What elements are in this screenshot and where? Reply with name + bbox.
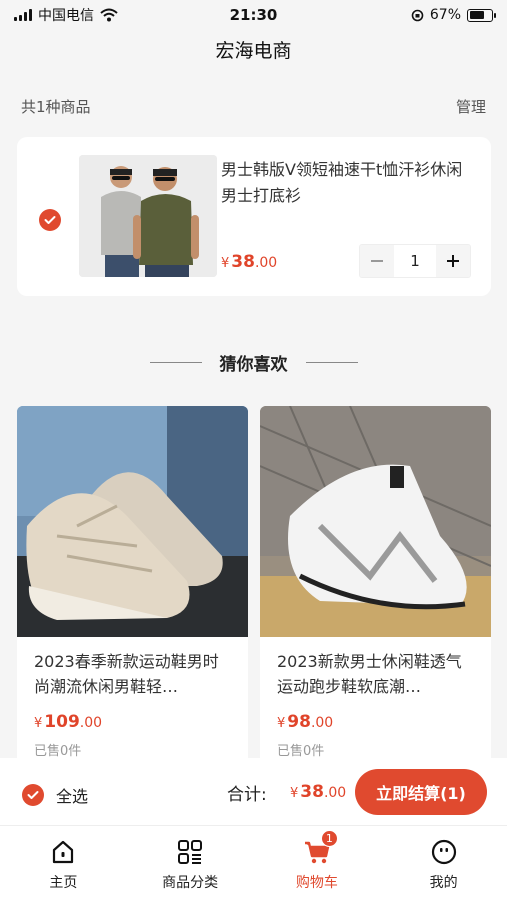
item-checkbox[interactable]: [39, 209, 61, 231]
status-bar: 中国电信 21:30 67%: [0, 0, 507, 30]
divider: [305, 362, 358, 363]
total-price: ¥38.00: [290, 782, 346, 802]
price-integer: 98: [287, 712, 311, 732]
decrease-button[interactable]: [360, 245, 394, 277]
wifi-icon: [100, 8, 118, 22]
plus-icon: [447, 255, 459, 267]
increase-button[interactable]: [436, 245, 470, 277]
currency-symbol: ¥: [221, 256, 230, 271]
checkout-bar: 全选 合计: ¥38.00 立即结算(1): [0, 758, 507, 826]
recommend-heading: 猜你喜欢: [0, 350, 507, 375]
recommend-item[interactable]: 2023春季新款运动鞋男时尚潮流休闲男鞋轻… ¥109.00 已售0件: [17, 406, 248, 766]
currency-symbol: ¥: [34, 716, 43, 731]
quantity-stepper: 1: [359, 244, 471, 278]
product-price: ¥109.00: [34, 712, 102, 732]
tab-label: 主页: [49, 875, 78, 891]
price-integer: 109: [44, 712, 80, 732]
home-icon: [53, 840, 74, 864]
minus-icon: [371, 260, 383, 262]
product-name[interactable]: 男士韩版V领短袖速干t恤汗衫休闲男士打底衫: [221, 157, 471, 209]
total-label: 合计:: [227, 785, 267, 805]
currency-symbol: ¥: [290, 786, 299, 801]
cart-badge: 1: [320, 830, 338, 847]
currency-symbol: ¥: [277, 716, 286, 731]
tab-label: 商品分类: [162, 875, 219, 891]
battery-icon: [467, 8, 496, 22]
tab-cart[interactable]: 1 购物车: [254, 826, 381, 900]
product-name[interactable]: 2023春季新款运动鞋男时尚潮流休闲男鞋轻…: [34, 649, 234, 699]
status-left: 中国电信: [14, 5, 118, 25]
tab-label: 我的: [429, 875, 458, 891]
page-title: 宏海电商: [215, 40, 292, 62]
orientation-lock-icon: [411, 9, 424, 21]
battery-percent: 67%: [429, 7, 461, 23]
tab-home[interactable]: 主页: [0, 826, 127, 900]
tab-profile[interactable]: 我的: [380, 826, 507, 900]
product-name[interactable]: 2023新款男士休闲鞋透气运动跑步鞋软底潮…: [277, 649, 477, 699]
product-image[interactable]: [260, 406, 491, 637]
recommend-item[interactable]: 2023新款男士休闲鞋透气运动跑步鞋软底潮… ¥98.00 已售0件: [260, 406, 491, 766]
signal-icon: [14, 9, 32, 21]
cart-item-count: 共1种商品: [21, 98, 91, 116]
checkout-button[interactable]: 立即结算(1): [355, 769, 487, 815]
cart-summary-row: 共1种商品 管理: [21, 96, 486, 117]
sold-count: 已售0件: [277, 744, 325, 759]
tab-label: 购物车: [295, 875, 338, 891]
price-decimal: .00: [323, 785, 347, 801]
price-decimal: .00: [310, 715, 334, 731]
tab-category[interactable]: 商品分类: [127, 826, 254, 900]
divider: [149, 362, 202, 363]
recommend-title: 猜你喜欢: [219, 355, 288, 375]
checkmark-icon: [27, 791, 39, 799]
quantity-input[interactable]: 1: [394, 245, 436, 277]
select-all-checkbox[interactable]: 全选: [22, 783, 88, 807]
cart-icon-wrap: 1: [303, 830, 338, 866]
cart-item: 男士韩版V领短袖速干t恤汗衫休闲男士打底衫 ¥38.00 1: [17, 137, 491, 296]
price-integer: 38: [231, 252, 255, 272]
status-right: 67%: [411, 7, 496, 23]
carrier-name: 中国电信: [38, 8, 94, 24]
price-decimal: .00: [79, 715, 103, 731]
sold-count: 已售0件: [34, 744, 82, 759]
tab-bar: 主页 商品分类 1 购物车 我的: [0, 826, 507, 900]
checkmark-icon: [44, 216, 56, 224]
price-decimal: .00: [254, 255, 278, 271]
price-integer: 38: [300, 782, 324, 802]
manage-button[interactable]: 管理: [456, 96, 486, 117]
product-price: ¥98.00: [277, 712, 333, 732]
category-icon: [178, 840, 203, 864]
select-all-check[interactable]: [22, 784, 44, 806]
product-image[interactable]: [17, 406, 248, 637]
profile-icon: [431, 839, 456, 865]
product-price: ¥38.00: [221, 252, 277, 272]
select-all-label: 全选: [56, 787, 89, 806]
product-image[interactable]: [79, 155, 217, 277]
